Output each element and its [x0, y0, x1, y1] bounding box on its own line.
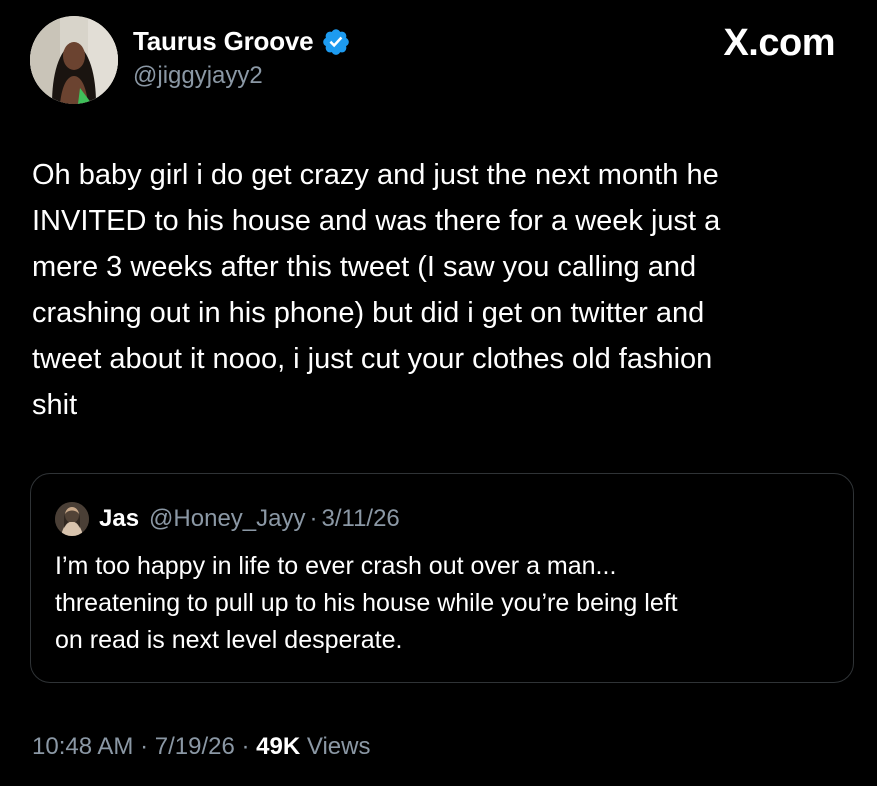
- views-label[interactable]: Views: [307, 733, 371, 760]
- quoted-tweet-text: I’m too happy in life to ever crash out …: [55, 552, 678, 654]
- quoted-tweet-header: Jas @Honey_Jayy · 3/11/26: [55, 502, 400, 536]
- verified-badge-icon: [323, 28, 350, 55]
- tweet-time[interactable]: 10:48 AM: [32, 733, 133, 760]
- tweet-footer: 10:48 AM · 7/19/26 · 49K Views: [32, 733, 370, 761]
- footer-separator: ·: [241, 733, 250, 760]
- tweet-date[interactable]: 7/19/26: [155, 733, 235, 760]
- footer-separator: ·: [140, 733, 149, 760]
- quoted-tweet-card[interactable]: Jas @Honey_Jayy · 3/11/26 I’m too happy …: [30, 473, 854, 683]
- author-avatar-image: [30, 16, 118, 104]
- quoted-author-avatar[interactable]: [55, 502, 89, 536]
- quoted-author-name[interactable]: Jas: [99, 505, 139, 533]
- quoted-author-handle[interactable]: @Honey_Jayy: [149, 505, 305, 533]
- tweet-text: Oh baby girl i do get crazy and just the…: [32, 159, 721, 421]
- quoted-tweet-date[interactable]: 3/11/26: [321, 505, 399, 533]
- quoted-meta-separator: ·: [309, 505, 318, 532]
- author-handle[interactable]: @jiggyjayy2: [133, 62, 263, 90]
- author-name-row: Taurus Groove: [133, 26, 351, 57]
- quoted-author-avatar-image: [55, 502, 89, 536]
- author-avatar[interactable]: [30, 16, 118, 104]
- views-count[interactable]: 49K: [256, 733, 300, 760]
- tweet-screenshot: Taurus Groove @jiggyjayy2 X.com Oh baby …: [0, 0, 877, 786]
- x-com-logo: X.com: [723, 22, 835, 64]
- author-display-name[interactable]: Taurus Groove: [133, 26, 314, 57]
